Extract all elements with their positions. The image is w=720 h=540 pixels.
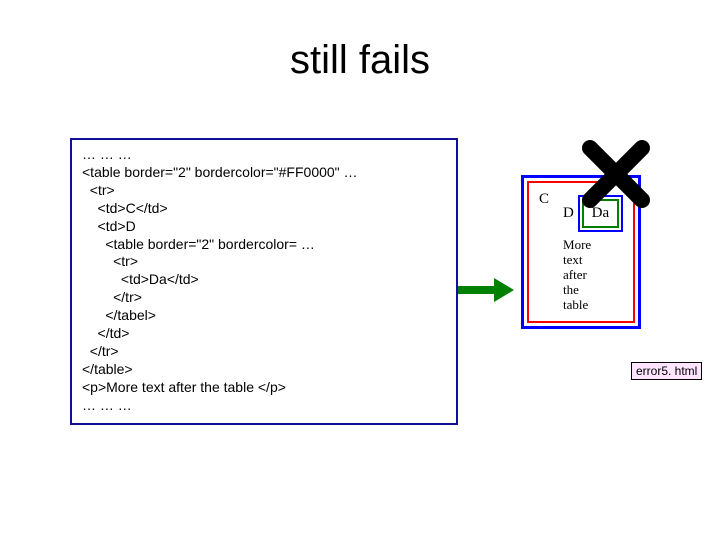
cell-d-label: D	[563, 205, 574, 221]
slide: still fails … … … <table border="2" bord…	[0, 0, 720, 540]
code-line: … … …	[82, 146, 132, 162]
filename-label: error5. html	[631, 362, 702, 380]
code-line: </tr>	[82, 343, 119, 359]
more-text: More text after the table	[563, 238, 605, 313]
code-line: <table border="2" bordercolor="#FF0000" …	[82, 164, 358, 180]
code-listing: … … … <table border="2" bordercolor="#FF…	[70, 138, 458, 425]
cross-icon	[580, 138, 652, 210]
code-line: <tr>	[82, 253, 138, 269]
code-line: </tabel>	[82, 307, 156, 323]
code-line: <td>C</td>	[82, 200, 168, 216]
code-line: </tr>	[82, 289, 142, 305]
code-line: <tr>	[82, 182, 115, 198]
code-line: <td>Da</td>	[82, 271, 199, 287]
code-line: <td>D	[82, 218, 136, 234]
code-line: </table>	[82, 361, 133, 377]
arrow-icon	[458, 278, 514, 307]
slide-title: still fails	[0, 38, 720, 83]
code-line: <table border="2" bordercolor= …	[82, 236, 315, 252]
code-line: </td>	[82, 325, 129, 341]
code-line: <p>More text after the table </p>	[82, 379, 286, 395]
code-line: … … …	[82, 397, 132, 413]
cell-c: C	[533, 187, 555, 317]
